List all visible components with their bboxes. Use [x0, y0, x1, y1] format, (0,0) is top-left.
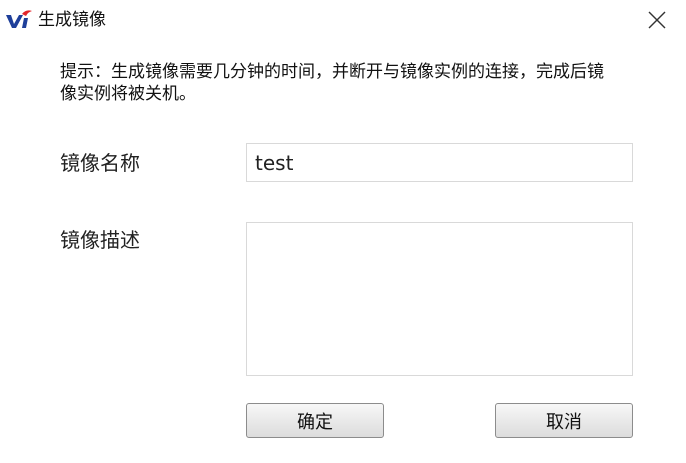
cancel-button[interactable]: 取消 [495, 403, 633, 438]
image-description-label: 镜像描述 [60, 228, 140, 252]
cancel-button-label: 取消 [546, 411, 582, 433]
title-bar: 生成镜像 [0, 0, 686, 40]
close-icon[interactable] [645, 8, 669, 32]
vi-logo-icon [4, 8, 34, 32]
confirm-button[interactable]: 确定 [246, 403, 384, 438]
tip-text: 提示：生成镜像需要几分钟的时间，并断开与镜像实例的连接，完成后镜像实例将被关机。 [60, 62, 604, 104]
confirm-button-label: 确定 [297, 411, 333, 433]
image-name-input[interactable] [246, 143, 633, 182]
image-description-input[interactable] [246, 222, 633, 376]
dialog-title: 生成镜像 [38, 10, 106, 30]
image-name-label: 镜像名称 [60, 151, 140, 175]
